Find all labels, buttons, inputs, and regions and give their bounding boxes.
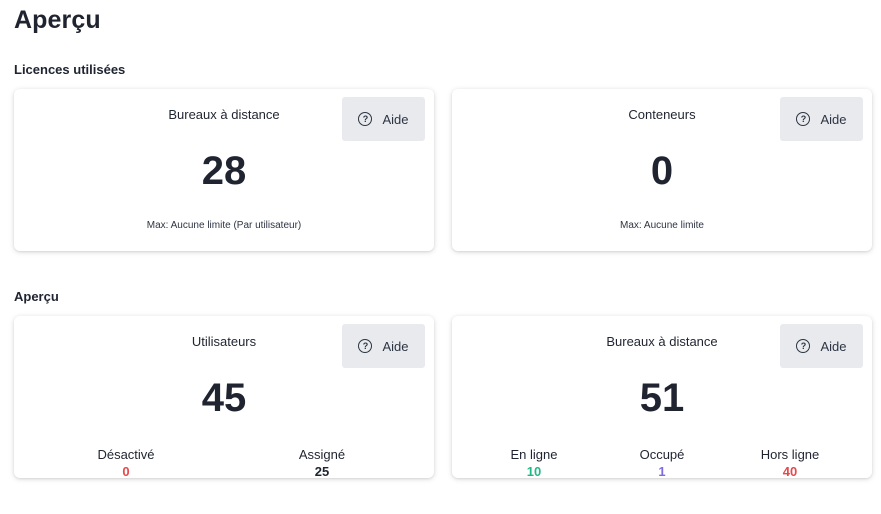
stat-disabled: Désactivé 0: [66, 447, 186, 481]
help-button-label: Aide: [820, 111, 847, 127]
users-total: 45: [201, 376, 247, 420]
help-button[interactable]: ? Aide: [780, 324, 863, 368]
stat-assigned: Assigné 25: [262, 447, 382, 481]
question-circle-icon: ?: [358, 339, 373, 353]
stat-value: 1: [658, 464, 666, 479]
stat-label: Désactivé: [97, 447, 155, 462]
license-limit-note: Max: Aucune limite (Par utilisateur): [146, 220, 302, 231]
remote-desktops-stats: En ligne 10 Occupé 1 Hors ligne 40: [452, 447, 872, 483]
help-button[interactable]: ? Aide: [342, 97, 425, 141]
stat-offline: Hors ligne 40: [730, 447, 850, 481]
stat-value: 10: [526, 464, 542, 479]
license-card-remote-desktops: Bureaux à distance ? Aide 28 Max: Aucune…: [14, 89, 434, 251]
overview-card-users: Utilisateurs ? Aide 45 Désactivé 0 Assig…: [14, 316, 434, 479]
license-count: 28: [201, 149, 247, 193]
help-button[interactable]: ? Aide: [780, 97, 863, 141]
stat-label: En ligne: [510, 447, 558, 462]
stat-value: 40: [782, 464, 798, 479]
stat-label: Occupé: [639, 447, 685, 462]
question-circle-icon: ?: [796, 339, 811, 353]
stat-value: 0: [122, 464, 130, 479]
license-card-containers: Conteneurs ? Aide 0 Max: Aucune limite: [452, 89, 872, 251]
stat-busy: Occupé 1: [602, 447, 722, 481]
page-title: Aperçu: [14, 6, 101, 34]
overview-card-remote-desktops: Bureaux à distance ? Aide 51 En ligne 10…: [452, 316, 872, 479]
stat-value: 25: [314, 464, 330, 479]
section-title-licenses: Licences utilisées: [14, 62, 126, 77]
help-button-label: Aide: [382, 338, 409, 354]
help-button-label: Aide: [382, 111, 409, 127]
stat-online: En ligne 10: [474, 447, 594, 481]
help-button-label: Aide: [820, 338, 847, 354]
section-title-overview: Aperçu: [14, 289, 59, 304]
license-limit-note: Max: Aucune limite: [620, 220, 704, 231]
stat-label: Assigné: [298, 447, 346, 462]
users-stats: Désactivé 0 Assigné 25: [14, 447, 434, 483]
help-button[interactable]: ? Aide: [342, 324, 425, 368]
license-count: 0: [650, 149, 674, 193]
question-circle-icon: ?: [796, 112, 811, 126]
question-circle-icon: ?: [358, 112, 373, 126]
stat-label: Hors ligne: [760, 447, 820, 462]
remote-desktops-total: 51: [639, 376, 685, 420]
